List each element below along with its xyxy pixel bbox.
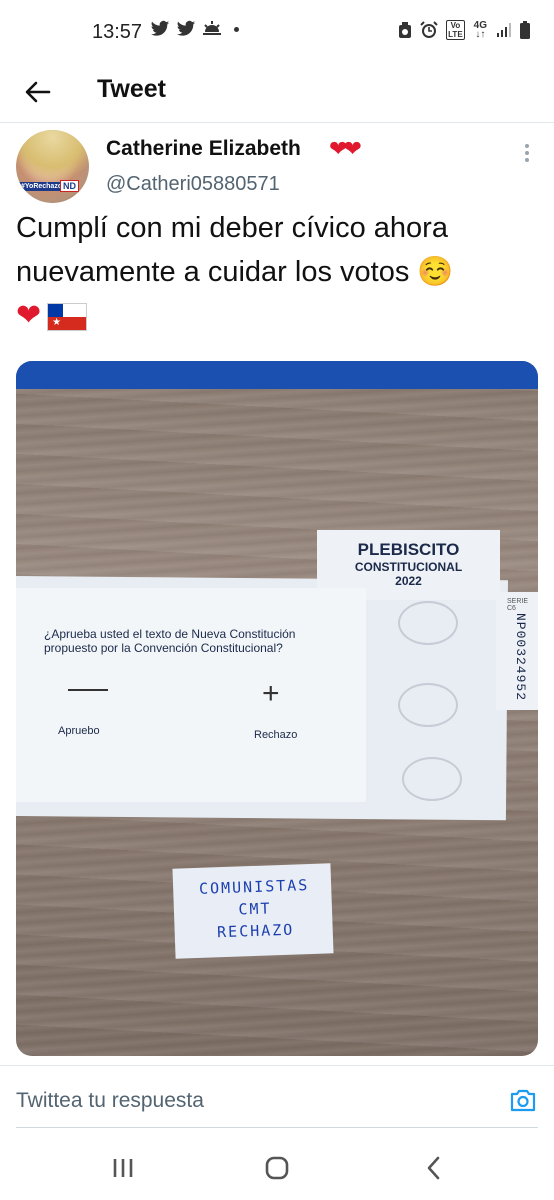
avatar-tag: #YoRechazo [19, 182, 65, 191]
option-approve: Apruebo [58, 725, 100, 737]
display-name[interactable]: Catherine Elizabeth [106, 137, 301, 161]
ballot-year: 2022 [395, 574, 422, 588]
header-divider [0, 122, 554, 123]
dot-icon [234, 26, 239, 32]
chile-flag-icon: ★ [47, 303, 88, 332]
ballot-question: ¿Aprueba usted el texto de Nueva Constit… [44, 627, 296, 655]
top-app-bar: Tweet [0, 64, 554, 120]
back-button[interactable] [20, 74, 56, 110]
reply-underline [16, 1127, 538, 1128]
more-options-button[interactable] [518, 141, 536, 167]
twitter-icon [150, 20, 170, 36]
avatar[interactable]: #YoRechazo ND [16, 130, 89, 203]
recycle-icon [399, 22, 412, 38]
seal-icon [398, 683, 458, 727]
volte-icon: Vo LTE [446, 20, 465, 40]
home-button[interactable] [259, 1151, 295, 1185]
reply-input[interactable]: Twittea tu respuesta [0, 1067, 554, 1129]
weather-icon [203, 21, 221, 35]
recent-apps-button[interactable] [105, 1151, 141, 1185]
reject-mark: + [262, 677, 280, 710]
chevron-left-icon [427, 1156, 440, 1180]
tweet-media-photo[interactable]: PLEBISCITO CONSTITUCIONAL 2022 SERIE C6 … [16, 361, 538, 1056]
tweet-text: Cumplí con mi deber cívico ahora nuevame… [16, 212, 454, 288]
network-4g-icon: 4G ↓↑ [473, 20, 487, 40]
ballot-subtitle: CONSTITUCIONAL [354, 560, 463, 574]
signal-icon [497, 23, 511, 37]
ballot-serial: NP00324952 [513, 613, 528, 702]
ballot-fold [16, 588, 366, 802]
user-handle[interactable]: @Catheri05880571 [106, 173, 280, 196]
system-icons: Vo LTE 4G ↓↑ [398, 20, 530, 40]
option-reject: Rechazo [254, 729, 298, 741]
arrow-left-icon [25, 81, 51, 103]
approve-mark [68, 689, 108, 691]
tweet-emoji-row: ❤ ★ [16, 296, 88, 336]
heart-emoji: ❤ [16, 299, 42, 332]
twitter-icon [176, 20, 196, 36]
handwritten-note: COMUNISTAS CMT RECHAZO [172, 863, 334, 959]
nav-back-button[interactable] [416, 1151, 452, 1185]
seal-icon [398, 601, 458, 645]
camera-button[interactable] [509, 1087, 537, 1113]
page-title: Tweet [97, 75, 166, 103]
notification-icons [150, 20, 239, 38]
serial-label: SERIE C6 [507, 598, 529, 612]
reply-divider [0, 1065, 554, 1066]
recent-apps-icon [113, 1159, 133, 1177]
reply-placeholder: Twittea tu respuesta [16, 1089, 204, 1112]
status-time: 13:57 [92, 21, 143, 43]
avatar-badge: ND [60, 180, 79, 192]
status-bar: 13:57 Vo LTE 4G ↓↑ [0, 0, 554, 64]
system-nav-bar [0, 1135, 554, 1200]
camera-icon [510, 1089, 536, 1112]
ballot-title: PLEBISCITO [357, 540, 460, 559]
seal-icon [402, 757, 462, 801]
alarm-icon [420, 21, 438, 38]
battery-icon [520, 21, 530, 39]
home-icon [265, 1156, 289, 1180]
name-emoji: ❤❤ [329, 136, 362, 161]
